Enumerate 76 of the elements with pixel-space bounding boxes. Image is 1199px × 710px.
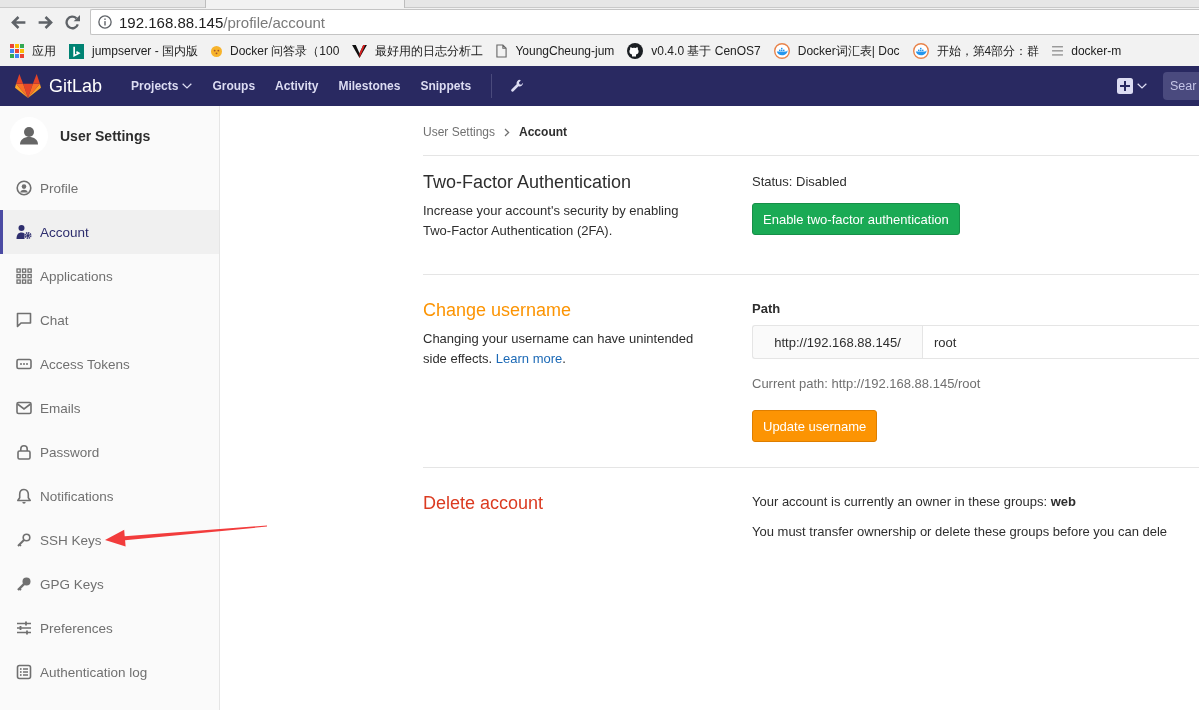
sidebar-item[interactable]: Chat — [0, 298, 219, 342]
bookmark-link[interactable]: 应用 — [10, 42, 56, 60]
reload-icon[interactable] — [65, 14, 80, 30]
document-icon — [496, 44, 508, 58]
sidebar-title: User Settings — [60, 128, 151, 144]
caret-down-icon — [182, 83, 193, 89]
chevron-right-icon — [504, 127, 511, 137]
brand-link[interactable]: GitLab — [15, 74, 103, 98]
square-logo-icon — [69, 43, 84, 59]
profile-icon — [16, 180, 32, 196]
sidebar-item[interactable]: Applications — [0, 254, 219, 298]
bookmark-link[interactable]: jumpserver - 国内版 — [69, 42, 198, 60]
nav-link[interactable]: Groups — [212, 79, 256, 93]
sidebar-item[interactable]: Profile — [0, 166, 219, 210]
dot-logo-icon — [211, 45, 222, 57]
sidebar-item[interactable]: Notifications — [0, 474, 219, 518]
bookmark-link[interactable]: 开始，第4部分：群 — [912, 42, 1040, 60]
section-description: Changing your username can have unintended side effects. Learn more. — [423, 330, 695, 368]
nav-link[interactable]: Milestones — [338, 79, 401, 93]
sidebar-item[interactable]: Access Tokens — [0, 342, 219, 386]
sidebar-item[interactable]: Account — [0, 210, 219, 254]
key-icon — [16, 532, 32, 548]
bookmark-link[interactable]: Docker词汇表| Doc — [773, 42, 900, 60]
username-field[interactable]: root — [922, 325, 1199, 359]
envelope-icon — [16, 400, 32, 416]
whale-logo-icon — [773, 43, 790, 59]
bookmark-link[interactable]: v0.4.0 基于 CenOS7 — [627, 42, 761, 60]
notice-text: You must transfer ownership or delete these groups before you can dele — [752, 523, 1169, 541]
url-prefix: http://192.168.88.145/ — [752, 325, 922, 359]
wrench-icon[interactable] — [510, 78, 525, 94]
sliders-icon — [16, 620, 32, 636]
arrow-right-icon[interactable] — [38, 15, 53, 29]
section-title: Delete account — [423, 492, 545, 514]
plus-square-icon — [1117, 78, 1133, 94]
v-mark-icon — [352, 44, 368, 58]
user-gear-icon — [16, 224, 32, 240]
bookmark-link[interactable]: docker-m — [1052, 44, 1122, 58]
grid-icon — [16, 268, 32, 284]
nav-link[interactable]: Activity — [275, 79, 319, 93]
nav-link[interactable]: Snippets — [420, 79, 472, 93]
list-icon — [1052, 46, 1064, 56]
bookmark-link[interactable]: YoungCheung-jum — [496, 44, 615, 58]
info-icon — [98, 15, 112, 29]
search-field[interactable]: Sear — [1163, 72, 1199, 100]
fox-logo-icon — [15, 74, 41, 98]
sidebar-item[interactable]: SSH Keys — [0, 518, 219, 562]
current-path-text: Current path: http://192.168.88.145/root — [752, 375, 982, 393]
sidebar-item[interactable]: Preferences — [0, 606, 219, 650]
section-title: Change username — [423, 299, 573, 321]
bookmark-link[interactable]: Docker 问答录（100 — [211, 42, 340, 60]
arrow-left-icon[interactable] — [11, 15, 26, 29]
status-text: Status: Disabled — [752, 173, 848, 191]
breadcrumb-link[interactable]: User Settings — [423, 125, 496, 139]
notice-text: Your account is currently an owner in these groups: web — [752, 493, 1077, 511]
bell-icon — [16, 488, 32, 504]
section-description: Increase your account's security by enabling Two-Factor Authentication (2FA). — [423, 202, 680, 240]
address-bar[interactable]: 192.168.88.145/profile/account — [90, 9, 1199, 35]
grid-icon — [10, 44, 24, 58]
new-menu-button[interactable] — [1117, 78, 1147, 94]
breadcrumb-link[interactable]: Account — [519, 125, 568, 139]
sidebar-item[interactable]: Authentication log — [0, 650, 219, 694]
path-label: Path — [752, 300, 782, 318]
key-icon — [16, 576, 32, 592]
sidebar-item[interactable]: GPG Keys — [0, 562, 219, 606]
whale-logo-icon — [912, 43, 929, 59]
dotted-card-icon — [16, 356, 32, 372]
log-list-icon — [16, 664, 32, 680]
nav-link[interactable]: Projects — [131, 79, 193, 93]
sidebar-item[interactable]: Password — [0, 430, 219, 474]
caret-down-icon — [1137, 83, 1147, 89]
bookmark-link[interactable]: 最好用的日志分析工 — [352, 42, 484, 60]
sidebar-item[interactable]: Emails — [0, 386, 219, 430]
section-title: Two-Factor Authentication — [423, 172, 633, 192]
lock-icon — [16, 444, 32, 460]
cat-logo-icon — [627, 43, 644, 59]
speech-bubble-icon — [16, 312, 32, 328]
